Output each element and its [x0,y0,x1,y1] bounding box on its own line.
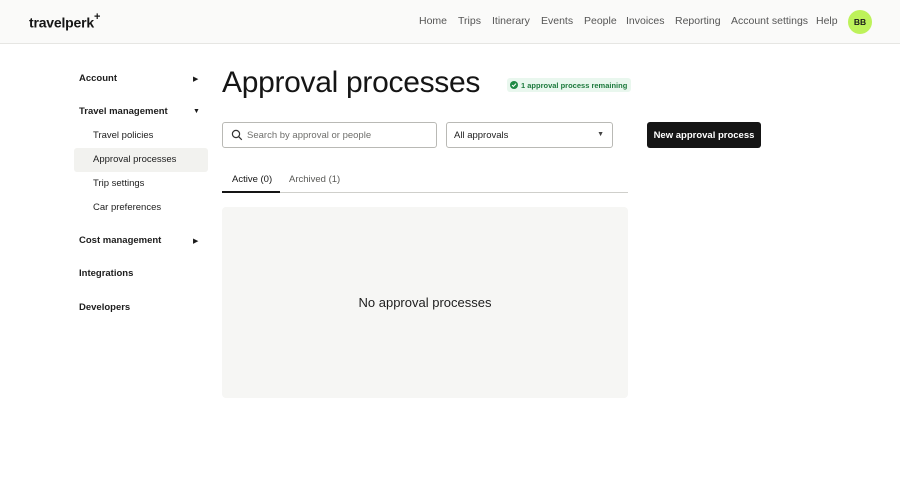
tab-active[interactable]: Active (0) [232,174,272,185]
user-avatar[interactable]: BB [848,10,872,34]
nav-help[interactable]: Help [816,15,838,27]
check-circle-icon [510,81,518,89]
collapse-arrow-icon[interactable]: ▼ [193,108,200,115]
status-tabs: Active (0) Archived (1) [222,168,628,193]
sidebar-item-cost-management[interactable]: Cost management [79,235,161,246]
empty-state-panel: No approval processes [222,207,628,398]
nav-reporting[interactable]: Reporting [675,15,721,27]
expand-arrow-icon[interactable]: ▶ [193,237,198,245]
nav-account-settings[interactable]: Account settings [731,15,808,27]
search-box[interactable] [222,122,437,148]
nav-invoices[interactable]: Invoices [626,15,665,27]
active-tab-indicator [222,191,280,193]
nav-home[interactable]: Home [419,15,447,27]
sidebar-item-car-preferences[interactable]: Car preferences [93,202,161,213]
filter-selected-value: All approvals [454,130,509,141]
search-input[interactable] [247,126,432,144]
sidebar-item-developers[interactable]: Developers [79,302,130,313]
tab-archived[interactable]: Archived (1) [289,174,340,185]
nav-events[interactable]: Events [541,15,573,27]
remaining-processes-badge: 1 approval process remaining [507,78,632,92]
nav-people[interactable]: People [584,15,617,27]
new-approval-process-button[interactable]: New approval process [647,122,761,148]
page-title: Approval processes [222,66,481,99]
nav-trips[interactable]: Trips [458,15,481,27]
expand-arrow-icon[interactable]: ▶ [193,75,198,83]
sidebar-item-approval-processes[interactable]: Approval processes [93,154,176,165]
sidebar-item-integrations[interactable]: Integrations [79,268,133,279]
sidebar-item-account[interactable]: Account [79,73,117,84]
empty-state-message: No approval processes [358,295,492,310]
approvals-filter-select[interactable]: All approvals ▼ [446,122,613,148]
caret-down-icon: ▼ [597,131,604,138]
sidebar-item-travel-management[interactable]: Travel management [79,106,168,117]
search-icon [231,129,243,141]
main-nav: Home Trips Itinerary Events People Invoi… [0,15,900,29]
sidebar-item-travel-policies[interactable]: Travel policies [93,130,153,141]
top-header: travelperk+ Home Trips Itinerary Events … [0,0,900,44]
sidebar-item-trip-settings[interactable]: Trip settings [93,178,144,189]
nav-itinerary[interactable]: Itinerary [492,15,530,27]
badge-text: 1 approval process remaining [521,80,628,90]
